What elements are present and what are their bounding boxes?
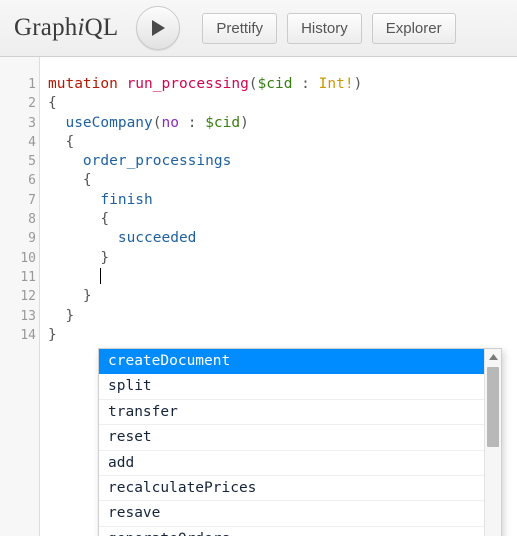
line-number: 14 [20, 327, 36, 343]
autocomplete-item[interactable]: split [99, 374, 484, 400]
code-token: } [48, 307, 75, 324]
autocomplete-item[interactable]: reset [99, 425, 484, 451]
autocomplete-item[interactable]: transfer [99, 400, 484, 426]
code-line[interactable]: { [48, 210, 517, 229]
code-token: run_processing [126, 76, 249, 92]
code-token: } [48, 288, 92, 305]
code-token: $cid [205, 114, 241, 131]
explorer-button[interactable]: Explorer [371, 12, 456, 44]
line-number: 5 [28, 154, 36, 170]
code-token: no [161, 114, 179, 131]
line-number: 13 [20, 308, 36, 324]
text-cursor [100, 267, 102, 284]
logo-suffix: QL [84, 14, 119, 41]
code-token: useCompany [65, 114, 153, 131]
line-number: 3 [28, 115, 36, 131]
code-line[interactable]: } [48, 287, 517, 306]
code-line[interactable]: { [48, 133, 517, 152]
code-token: : [292, 76, 319, 92]
code-token: ( [248, 76, 258, 92]
logo-prefix: Graph [14, 14, 78, 41]
execute-query-button[interactable] [136, 6, 181, 50]
logo-italic-i: i [77, 14, 85, 41]
code-line[interactable]: mutation run_processing($cid : Int!) [48, 75, 517, 94]
line-number: 6▼ [0, 171, 45, 190]
autocomplete-item[interactable]: resave [99, 501, 484, 527]
line-number: 1 [28, 77, 36, 92]
code-token: } [48, 326, 57, 343]
line-number: 2▼ [0, 94, 45, 113]
code-token: Int! [318, 76, 354, 92]
history-button[interactable]: History [287, 12, 362, 44]
autocomplete-item[interactable]: generateOrders [99, 527, 484, 536]
graphiql-app: GraphiQL Prettify History Explorer 1 2▼ 3 4… [0, 0, 517, 536]
scroll-up-arrow-icon[interactable] [485, 349, 501, 365]
line-number: 11 [20, 269, 36, 285]
code-line[interactable]: useCompany(no : $cid) [48, 114, 517, 133]
code-line[interactable]: { [48, 171, 517, 190]
code-token: order_processings [82, 153, 232, 170]
code-token: } [48, 249, 110, 266]
code-line[interactable]: order_processings [48, 152, 517, 171]
autocomplete-item[interactable]: add [99, 451, 484, 476]
autocomplete-item[interactable]: createDocument [99, 349, 484, 375]
code-token: : [178, 114, 206, 131]
autocomplete-popup[interactable]: createDocument split transfer reset add recal… [98, 348, 502, 536]
line-number: 12 [20, 289, 36, 305]
code-token: { [48, 133, 75, 150]
line-number: 7 [28, 192, 36, 208]
line-number: 4▼ [0, 133, 45, 152]
prettify-button[interactable]: Prettify [202, 12, 278, 44]
play-icon [150, 19, 166, 37]
code-token: { [48, 172, 92, 189]
code-token: finish [100, 191, 153, 208]
query-editor[interactable]: 1 2▼ 3 4▼ 56▼ 7 8 9 10 11 12 13 14 mutation run_proc… [0, 57, 517, 536]
code-line[interactable] [48, 267, 517, 287]
autocomplete-item[interactable]: recalculatePrices [99, 476, 484, 502]
graphiql-logo: GraphiQL [10, 14, 136, 42]
code-line[interactable]: { [48, 94, 517, 113]
autocomplete-list[interactable]: createDocument split transfer reset add recal… [99, 349, 484, 536]
line-number: 8 [28, 212, 36, 228]
code-line[interactable]: } [48, 326, 517, 345]
code-token: { [48, 95, 57, 112]
code-line[interactable]: finish [48, 191, 517, 210]
code-token: $cid [257, 76, 293, 92]
code-line[interactable]: } [48, 307, 517, 326]
code-line[interactable]: succeeded [48, 229, 517, 248]
toolbar: GraphiQL Prettify History Explorer [0, 0, 517, 57]
line-number: 9 [28, 231, 36, 247]
code-token: succeeded [117, 230, 197, 247]
line-number: 10 [20, 250, 36, 266]
line-number-gutter: 1 2▼ 3 4▼ 56▼ 7 8 9 10 11 12 13 14 [0, 57, 45, 536]
autocomplete-scrollbar[interactable] [484, 349, 501, 536]
code-token: ) [240, 114, 249, 131]
code-token: mutation [48, 76, 118, 92]
code-token: ( [152, 114, 162, 131]
code-token: ) [353, 76, 363, 92]
code-line[interactable]: } [48, 249, 517, 268]
code-token: { [48, 211, 110, 228]
scrollbar-thumb[interactable] [487, 367, 499, 447]
